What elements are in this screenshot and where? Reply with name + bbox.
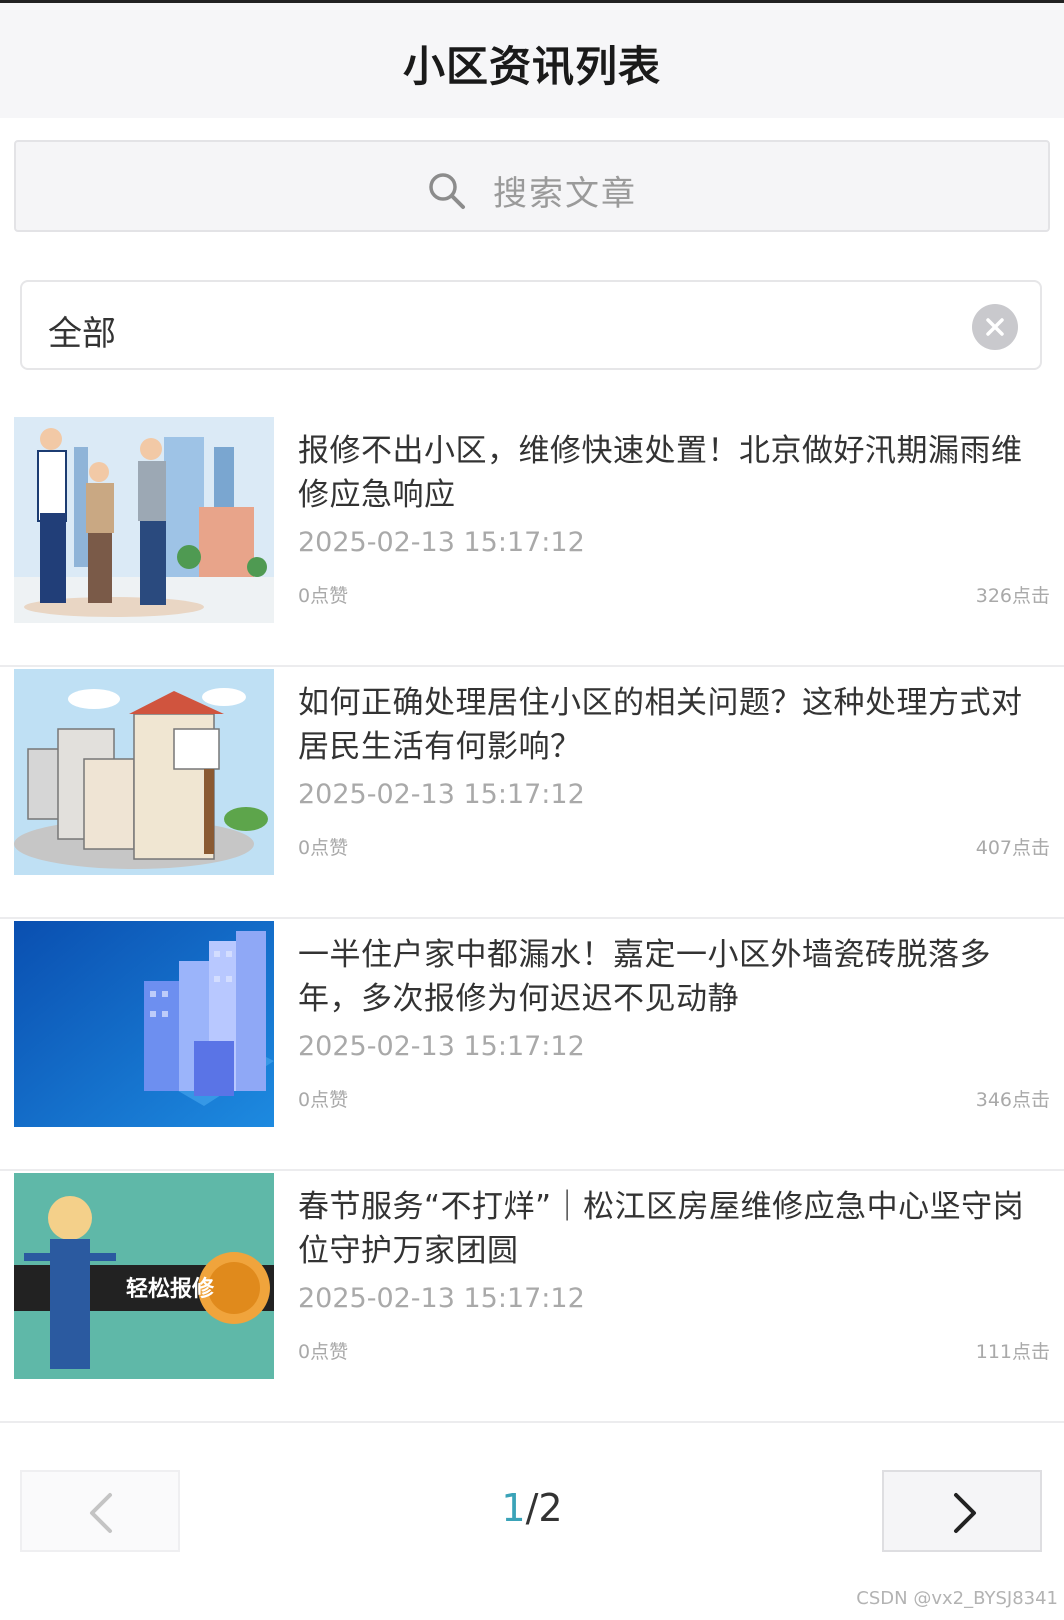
article-thumbnail[interactable]: 轻松报修 xyxy=(14,1173,274,1379)
thumbnail-caption: 轻松报修 xyxy=(126,1276,215,1302)
filter-label: 全部 xyxy=(48,314,116,354)
article-date: 2025-02-13 15:17:12 xyxy=(298,1283,585,1314)
article-item[interactable]: 轻松报修 春节服务“不打烊”｜松江区房屋维修应急中心坚守岗位守护万家团圆 202… xyxy=(0,1171,1064,1423)
search-bar[interactable]: 搜索文章 xyxy=(14,140,1050,232)
watermark: CSDN @vx2_BYSJ8341 xyxy=(856,1588,1058,1609)
article-clicks: 407点击 xyxy=(975,837,1050,859)
article-likes: 0点赞 xyxy=(298,837,349,859)
clear-filter-button[interactable] xyxy=(972,304,1018,350)
article-list: 报修不出小区，维修快速处置！北京做好汛期漏雨维修应急响应 2025-02-13 … xyxy=(0,415,1064,1423)
article-title[interactable]: 如何正确处理居住小区的相关问题？这种处理方式对居民生活有何影响？ xyxy=(298,681,1038,769)
current-page: 1 xyxy=(501,1486,526,1530)
article-item[interactable]: 如何正确处理居住小区的相关问题？这种处理方式对居民生活有何影响？ 2025-02… xyxy=(0,667,1064,919)
search-icon xyxy=(429,172,465,209)
article-likes: 0点赞 xyxy=(298,1341,349,1363)
article-thumbnail[interactable] xyxy=(14,417,274,623)
article-title[interactable]: 报修不出小区，维修快速处置！北京做好汛期漏雨维修应急响应 xyxy=(298,429,1038,517)
article-item[interactable]: 一半住户家中都漏水！嘉定一小区外墙瓷砖脱落多年，多次报修为何迟迟不见动静 202… xyxy=(0,919,1064,1171)
article-title[interactable]: 一半住户家中都漏水！嘉定一小区外墙瓷砖脱落多年，多次报修为何迟迟不见动静 xyxy=(298,933,1038,1021)
article-likes: 0点赞 xyxy=(298,1089,349,1111)
page-title: 小区资讯列表 xyxy=(402,42,661,91)
article-thumbnail[interactable] xyxy=(14,669,274,875)
search-placeholder: 搜索文章 xyxy=(493,174,637,214)
chevron-right-icon xyxy=(954,1493,976,1533)
article-date: 2025-02-13 15:17:12 xyxy=(298,527,585,558)
article-date: 2025-02-13 15:17:12 xyxy=(298,1031,585,1062)
next-page-button[interactable] xyxy=(882,1470,1042,1552)
total-pages: 2 xyxy=(538,1486,563,1530)
clear-icon xyxy=(986,318,1004,336)
article-clicks: 326点击 xyxy=(975,585,1050,607)
article-date: 2025-02-13 15:17:12 xyxy=(298,779,585,810)
article-thumbnail[interactable] xyxy=(14,921,274,1127)
category-filter[interactable]: 全部 xyxy=(20,280,1042,370)
article-clicks: 346点击 xyxy=(975,1089,1050,1111)
article-likes: 0点赞 xyxy=(298,585,349,607)
article-item[interactable]: 报修不出小区，维修快速处置！北京做好汛期漏雨维修应急响应 2025-02-13 … xyxy=(0,415,1064,667)
article-clicks: 111点击 xyxy=(975,1341,1050,1363)
header-bar: 小区资讯列表 xyxy=(0,0,1064,118)
page-separator: / xyxy=(525,1486,539,1530)
pagination: 1/2 xyxy=(0,1470,1064,1554)
article-title[interactable]: 春节服务“不打烊”｜松江区房屋维修应急中心坚守岗位守护万家团圆 xyxy=(298,1185,1038,1273)
